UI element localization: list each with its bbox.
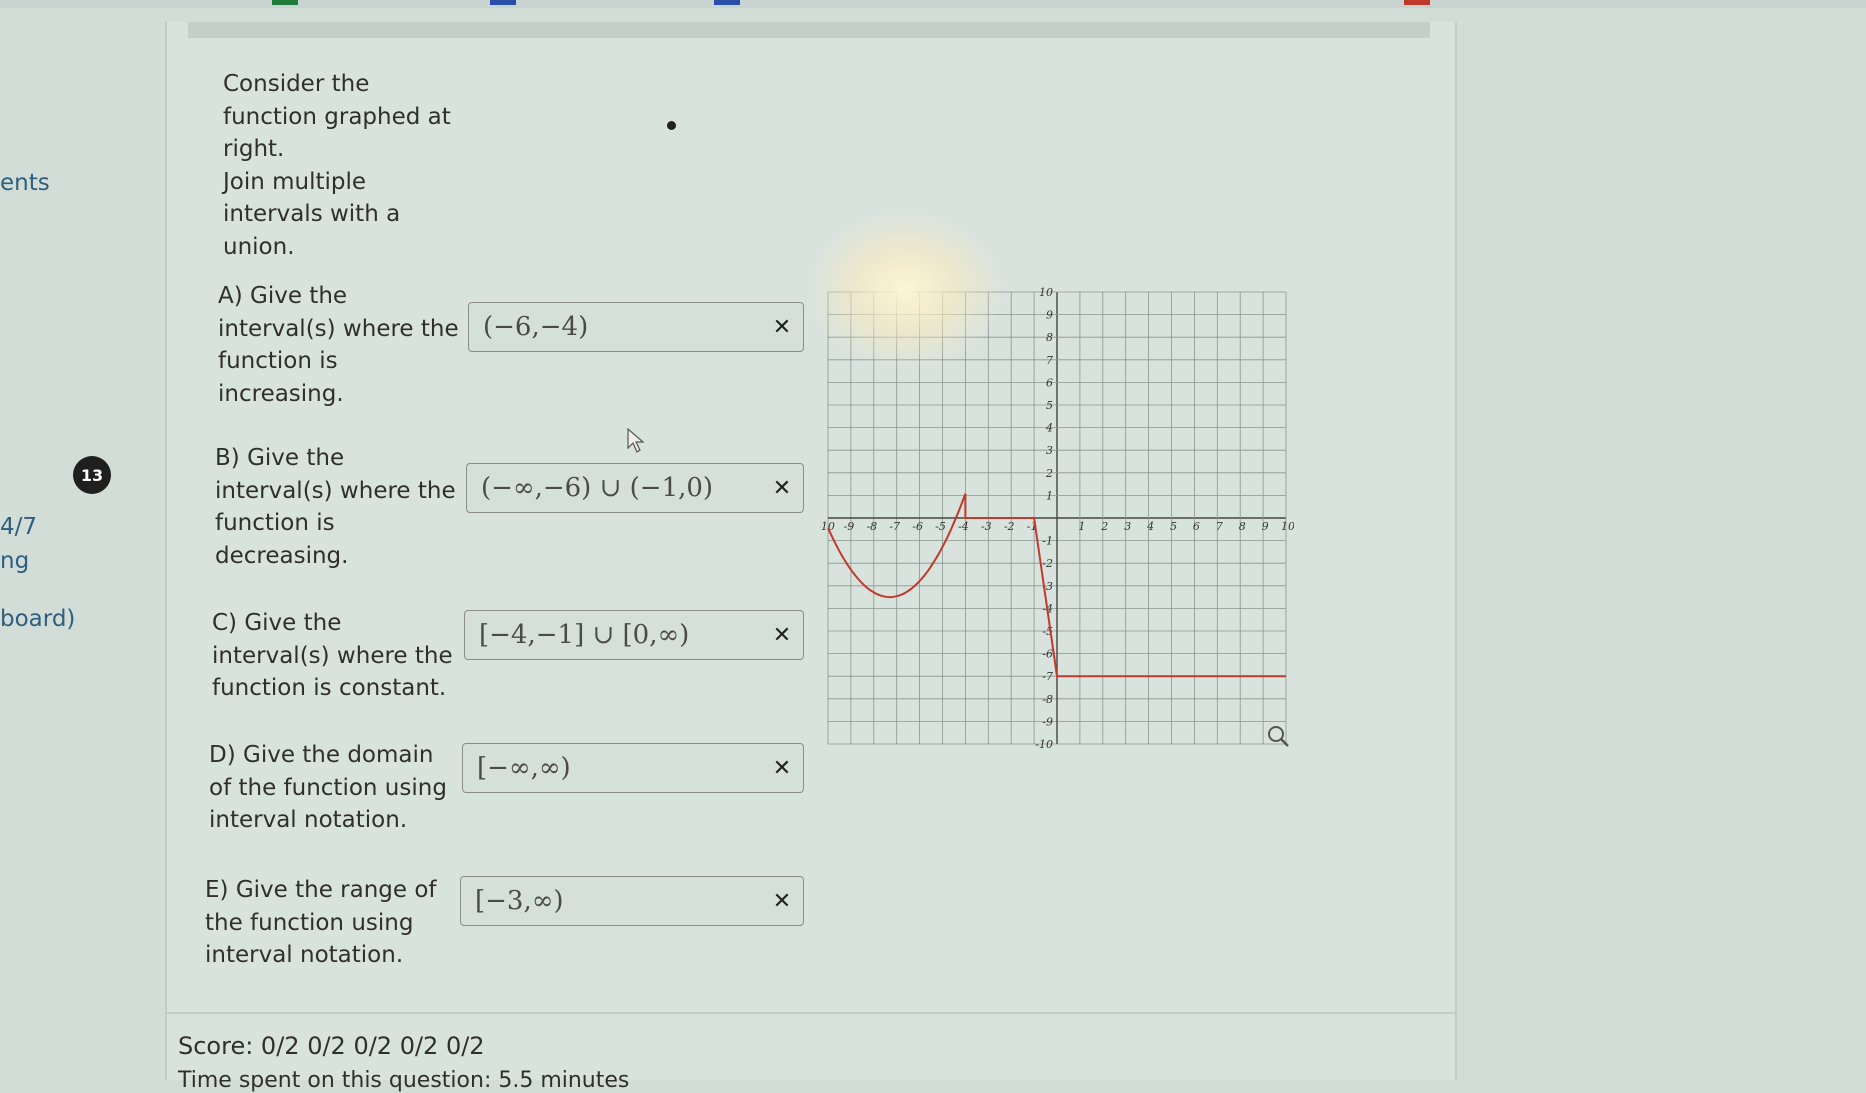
y-tick-label: 5 (1046, 399, 1053, 412)
part-b-prompt: B) Give the interval(s) where the functi… (215, 442, 456, 572)
x-tick-label: 6 (1193, 520, 1200, 533)
intro-line: Join multiple (223, 168, 367, 195)
stray-dot (667, 121, 676, 130)
x-tick-label: -9 (844, 520, 855, 533)
y-tick-label: 4 (1045, 422, 1053, 435)
x-tick-label: 8 (1239, 520, 1246, 533)
intro-line: Consider the (223, 71, 370, 97)
panel-header-bar (188, 22, 1430, 38)
x-tick-label: -7 (889, 520, 900, 533)
prompt-line: interval(s) where the (215, 477, 456, 504)
x-tick-label: 9 (1262, 520, 1269, 533)
answer-value[interactable]: (−6,−4) (469, 312, 767, 342)
part-a-prompt: A) Give the interval(s) where the functi… (218, 280, 459, 410)
prompt-line: increasing. (218, 380, 344, 407)
left-navigation: ents 4/7 ng board) 13 (0, 0, 175, 1080)
answer-value[interactable]: [−4,−1] ∪ [0,∞) (465, 620, 767, 650)
part-a-answer-field[interactable]: (−6,−4) ✕ (468, 302, 804, 352)
intro-line: right. (223, 136, 285, 162)
prompt-line: interval(s) where the (218, 315, 459, 342)
score-text: Score: 0/2 0/2 0/2 0/2 0/2 (178, 1032, 485, 1060)
x-tick-label: 3 (1124, 520, 1131, 533)
time-spent-text: Time spent on this question: 5.5 minutes (178, 1068, 630, 1093)
prompt-line: interval notation. (205, 942, 404, 968)
x-tick-label: -2 (1004, 520, 1015, 533)
prompt-line: A) Give the (218, 283, 348, 309)
prompt-line: function is constant. (212, 675, 447, 701)
score-divider (165, 1012, 1455, 1014)
prompt-line: C) Give the (212, 610, 342, 636)
incorrect-x-icon: ✕ (772, 622, 792, 648)
y-tick-label: 6 (1046, 376, 1053, 389)
incorrect-x-icon: ✕ (772, 755, 792, 781)
prompt-line: the function using (205, 909, 414, 936)
y-tick-label: 1 (1046, 489, 1053, 502)
prompt-line: function is (215, 510, 335, 536)
incorrect-x-icon: ✕ (772, 475, 792, 501)
answer-value[interactable]: [−3,∞) (461, 886, 767, 916)
x-tick-label: 10 (1281, 520, 1294, 533)
incorrect-x-icon: ✕ (772, 314, 792, 340)
nav-item[interactable]: 4/7 (0, 514, 37, 540)
x-tick-label: 1 (1078, 520, 1085, 533)
intro-line: function graphed at (223, 103, 451, 130)
y-tick-label: -9 (1042, 715, 1053, 728)
x-tick-label: -10 (820, 520, 835, 533)
y-tick-label: 3 (1046, 444, 1053, 457)
prompt-line: interval(s) where the (212, 642, 453, 669)
prompt-line: interval notation. (209, 807, 408, 833)
part-e-prompt: E) Give the range of the function using … (205, 874, 437, 972)
answer-value[interactable]: [−∞,∞) (463, 753, 767, 783)
x-tick-label: -3 (981, 520, 992, 533)
y-tick-label: 9 (1046, 309, 1053, 322)
question-intro: Consider the function graphed at right. … (223, 68, 451, 263)
prompt-line: E) Give the range of (205, 877, 437, 903)
x-tick-label: 5 (1170, 520, 1177, 533)
prompt-line: B) Give the (215, 445, 345, 471)
intro-line: intervals with a (223, 201, 401, 227)
x-tick-label: 7 (1216, 520, 1223, 533)
bookmark-icon[interactable] (1404, 0, 1430, 5)
x-tick-label: 4 (1146, 520, 1154, 533)
y-tick-label: 8 (1046, 331, 1053, 344)
intro-line: union. (223, 233, 295, 260)
bookmark-icon[interactable] (714, 0, 740, 5)
y-tick-label: -8 (1042, 693, 1053, 706)
prompt-line: function is (218, 348, 338, 374)
y-tick-label: -2 (1042, 557, 1053, 570)
part-d-answer-field[interactable]: [−∞,∞) ✕ (462, 743, 804, 793)
y-tick-label: 2 (1045, 467, 1053, 480)
part-d-prompt: D) Give the domain of the function using… (209, 739, 447, 837)
y-tick-label: -1 (1042, 535, 1053, 548)
part-b-answer-field[interactable]: (−∞,−6) ∪ (−1,0) ✕ (466, 463, 804, 513)
y-tick-label: 7 (1046, 354, 1053, 367)
y-tick-label: -7 (1042, 670, 1053, 683)
bookmark-icon[interactable] (272, 0, 298, 5)
y-tick-label: -10 (1035, 738, 1053, 751)
prompt-line: of the function using (209, 774, 447, 801)
screen-glare (805, 210, 1005, 370)
magnifier-icon[interactable] (1268, 726, 1289, 747)
x-tick-label: -5 (935, 520, 946, 533)
x-tick-label: -6 (912, 520, 923, 533)
answer-value[interactable]: (−∞,−6) ∪ (−1,0) (467, 473, 767, 503)
y-tick-label: 10 (1039, 286, 1053, 299)
x-tick-label: -4 (958, 520, 969, 533)
prompt-line: decreasing. (215, 542, 349, 569)
part-e-answer-field[interactable]: [−3,∞) ✕ (460, 876, 804, 926)
prompt-line: D) Give the domain (209, 742, 434, 768)
bookmark-icon[interactable] (490, 0, 516, 5)
part-c-answer-field[interactable]: [−4,−1] ∪ [0,∞) ✕ (464, 610, 804, 660)
part-c-prompt: C) Give the interval(s) where the functi… (212, 607, 453, 705)
nav-item[interactable]: board) (0, 606, 75, 632)
x-tick-label: 2 (1100, 520, 1108, 533)
y-tick-label: -6 (1042, 648, 1053, 661)
nav-item[interactable]: ng (0, 548, 29, 574)
nav-item[interactable]: ents (0, 170, 50, 196)
question-number-badge[interactable]: 13 (73, 456, 111, 494)
incorrect-x-icon: ✕ (772, 888, 792, 914)
mouse-cursor-icon (627, 428, 645, 453)
x-tick-label: -8 (866, 520, 877, 533)
